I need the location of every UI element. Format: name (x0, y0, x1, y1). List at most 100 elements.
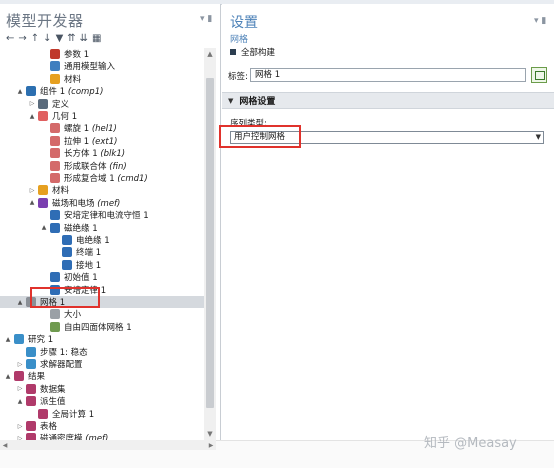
study-icon (14, 334, 24, 345)
tree-node[interactable]: ▲ 几何 1 (0, 110, 204, 122)
tree-node[interactable]: ▲ 结果 (0, 370, 204, 382)
parameter-icon (50, 49, 60, 59)
tree-node-label: 螺旋 1 (hel1) (64, 124, 117, 135)
tree-node[interactable]: ▲ 研究 1 (0, 333, 204, 345)
collapse-toggle-icon[interactable]: ▲ (16, 85, 24, 97)
expand-toggle-icon[interactable]: ▷ (16, 420, 24, 432)
arrow-right-icon[interactable]: → (18, 33, 26, 44)
tree-node[interactable]: ▷ 表格 (0, 420, 204, 432)
tree-node[interactable]: ▷ 磁通密度模 (mef) (0, 432, 204, 440)
tree-node[interactable]: ▷ 材料 (0, 184, 204, 196)
arrow-left-icon[interactable]: ← (6, 33, 14, 44)
collapse-toggle-icon[interactable]: ▲ (4, 370, 12, 382)
label-action-button[interactable] (531, 67, 547, 83)
dropdown-arrow-icon[interactable]: ▼ (536, 132, 541, 143)
settings-subtitle: 网格 (230, 35, 249, 45)
scroll-left-icon[interactable]: ◀ (0, 440, 10, 450)
tree-node[interactable]: 接地 1 (0, 259, 204, 271)
datasets-icon (26, 383, 36, 394)
grid-icon[interactable]: ▦ (92, 33, 101, 44)
settings-menu-icon[interactable]: ▾ ▮ (534, 16, 546, 26)
tree-node[interactable]: ▲ 派生值 (0, 395, 204, 407)
tree-node[interactable]: ▲ 磁绝缘 1 (0, 222, 204, 234)
size-icon (50, 309, 60, 320)
model-input-icon (50, 61, 60, 72)
mesh-settings-section[interactable]: ▼ 网格设置 (222, 92, 554, 109)
union-icon (50, 160, 60, 171)
scroll-down-icon[interactable]: ▼ (204, 428, 216, 440)
build-all-button[interactable]: 全部构建 (230, 46, 275, 58)
tree-node[interactable]: 通用模型输入 (0, 60, 204, 72)
model-builder-toolbar: ← → ↑ ↓ ▼ ⇈ ⇊ ▦ (6, 32, 102, 44)
initial-values-icon (50, 272, 60, 283)
collapse-toggle-icon[interactable]: ▲ (28, 110, 36, 122)
tree-node-label: 接地 1 (76, 260, 102, 271)
tree-horizontal-scrollbar[interactable]: ◀ ▶ (0, 440, 216, 450)
tree-node-label: 形成联合体 (fin) (64, 161, 127, 172)
collapse-toggle-icon[interactable]: ▲ (16, 395, 24, 407)
tree-vertical-scrollbar[interactable]: ▲ ▼ (204, 48, 216, 440)
tree-node[interactable]: 螺旋 1 (hel1) (0, 122, 204, 134)
tree-node[interactable]: 全局计算 1 (0, 408, 204, 420)
tree-node-label: 磁绝缘 1 (64, 223, 98, 234)
arrow-down-icon[interactable]: ↓ (43, 33, 51, 44)
tree-node-label: 形成复合域 1 (cmd1) (64, 174, 148, 184)
collapse-chevron-icon[interactable]: ▼ (228, 97, 233, 105)
collapse-toggle-icon[interactable]: ▲ (4, 333, 12, 345)
scroll-thumb[interactable] (206, 78, 214, 408)
tree-node[interactable]: ▷ 数据集 (0, 383, 204, 395)
tree-node[interactable]: 终端 1 (0, 246, 204, 258)
collapse-all-icon[interactable]: ⇊ (80, 33, 88, 44)
build-icon (230, 49, 236, 55)
tree-node[interactable]: ▲ 组件 1 (comp1) (0, 85, 204, 97)
scroll-up-icon[interactable]: ▲ (204, 48, 216, 60)
extrude-icon (50, 135, 60, 146)
collapse-toggle-icon[interactable]: ▲ (40, 222, 48, 234)
tree-node[interactable]: 自由四面体网格 1 (0, 321, 204, 333)
tree-node-label: 研究 1 (28, 335, 54, 346)
collapse-toggle-icon[interactable]: ▲ (28, 197, 36, 209)
material-icon (38, 185, 48, 196)
expand-toggle-icon[interactable]: ▷ (16, 432, 24, 440)
tree-node[interactable]: ▷ 求解器配置 (0, 358, 204, 370)
tree-node-tag: (fin) (106, 161, 127, 172)
tree-node-label: 初始值 1 (64, 273, 98, 284)
tree-node[interactable]: 初始值 1 (0, 271, 204, 283)
label-input[interactable]: 网格 1 (250, 68, 526, 82)
block-icon (50, 148, 60, 159)
model-builder-panel: 模型开发器 ▾ ▮ ← → ↑ ↓ ▼ ⇈ ⇊ ▦ 参数 1 通用模型输入 材料 ▲ 组件 1 (co… (0, 4, 221, 440)
expand-toggle-icon[interactable]: ▷ (16, 383, 24, 395)
tree-node[interactable]: 安培定律和电流守恒 1 (0, 209, 204, 221)
tree-node[interactable]: 材料 (0, 73, 204, 85)
panel-menu-icon[interactable]: ▾ ▮ (200, 14, 212, 24)
scroll-right-icon[interactable]: ▶ (206, 440, 216, 450)
results-icon (14, 371, 24, 382)
tree-node-tag: (hel1) (89, 124, 117, 135)
settings-title: 设置 (230, 15, 258, 31)
expand-toggle-icon[interactable]: ▷ (16, 358, 24, 370)
tree-node[interactable]: 拉伸 1 (ext1) (0, 135, 204, 147)
expand-toggle-icon[interactable]: ▷ (28, 184, 36, 196)
expand-toggle-icon[interactable]: ▷ (28, 98, 36, 110)
tree-node-label: 步骤 1: 稳态 (40, 347, 88, 358)
tree-node[interactable]: 电绝缘 1 (0, 234, 204, 246)
tree-node-tag: (ext1) (89, 136, 118, 147)
tree-node[interactable]: ▲ 磁场和电场 (mef) (0, 197, 204, 209)
boundary-icon (62, 235, 72, 245)
screen-icon (535, 71, 545, 80)
plot-group-icon (26, 433, 36, 440)
tree-node-tag: (comp1) (65, 87, 104, 98)
arrow-up-icon[interactable]: ↑ (31, 33, 39, 44)
tree-node[interactable]: ▷ 定义 (0, 98, 204, 110)
tree-node[interactable]: 步骤 1: 稳态 (0, 346, 204, 358)
collapse-toggle-icon[interactable]: ▲ (16, 296, 24, 308)
tree-node[interactable]: 形成复合域 1 (cmd1) (0, 172, 204, 184)
show-icon[interactable]: ▼ (56, 33, 64, 44)
tree-node-label: 数据集 (40, 384, 66, 395)
expand-all-icon[interactable]: ⇈ (67, 33, 75, 44)
tree-node[interactable]: 大小 (0, 308, 204, 320)
tree-node[interactable]: 长方体 1 (blk1) (0, 147, 204, 159)
tree-node-label: 几何 1 (52, 112, 78, 122)
tree-node[interactable]: 形成联合体 (fin) (0, 160, 204, 172)
tree-node[interactable]: 参数 1 (0, 48, 204, 60)
